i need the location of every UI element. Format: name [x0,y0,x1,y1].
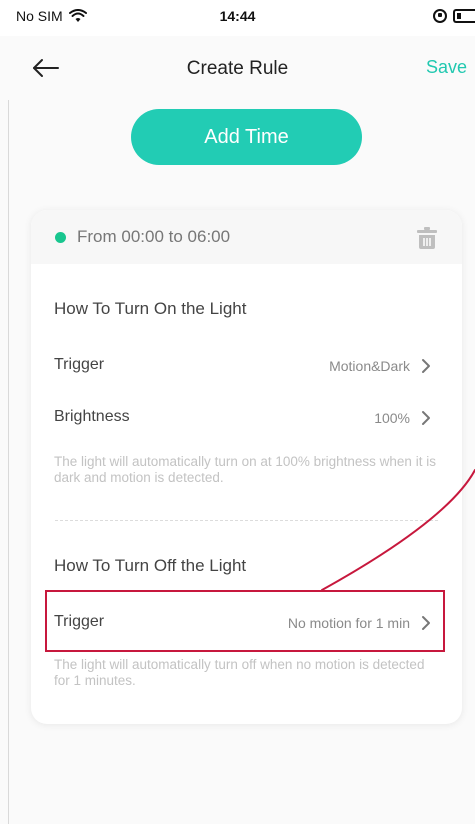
turn-on-description: The light will automatically turn on at … [54,454,436,485]
row-value: Motion&Dark [329,358,410,374]
active-status-dot [55,232,66,243]
turn-off-trigger-row[interactable]: Trigger No motion for 1 min [31,604,462,640]
trash-icon[interactable] [416,226,438,250]
chevron-right-icon [422,411,430,425]
time-range-label: From 00:00 to 06:00 [77,227,231,246]
rule-card-header: From 00:00 to 06:00 [31,210,462,264]
turn-off-description: The light will automatically turn off wh… [54,657,425,688]
row-label: Trigger [54,613,105,630]
add-time-button[interactable]: Add Time [131,109,362,165]
turn-on-trigger-row[interactable]: Trigger Motion&Dark [31,347,462,383]
battery-icon [453,9,475,23]
turn-off-section-title: How To Turn Off the Light [54,556,247,575]
turn-on-section-title: How To Turn On the Light [54,299,247,318]
clock-time: 14:44 [219,8,256,24]
row-value: 100% [374,410,410,426]
rule-card: From 00:00 to 06:00 How To Turn On the L… [31,210,462,724]
row-label: Brightness [54,408,130,425]
chevron-right-icon [422,616,430,630]
page-title: Create Rule [186,58,289,79]
row-value: No motion for 1 min [287,615,410,631]
chevron-right-icon [422,359,430,373]
row-label: Trigger [54,356,105,373]
rotation-lock-icon [433,9,447,23]
left-edge-line [8,36,9,824]
status-bar: No SIM 14:44 [0,0,475,36]
status-right [433,9,475,23]
turn-on-brightness-row[interactable]: Brightness 100% [31,399,462,435]
save-button[interactable]: Save [426,57,467,78]
page-header: Create Rule Save [0,36,475,100]
section-divider [55,520,438,521]
